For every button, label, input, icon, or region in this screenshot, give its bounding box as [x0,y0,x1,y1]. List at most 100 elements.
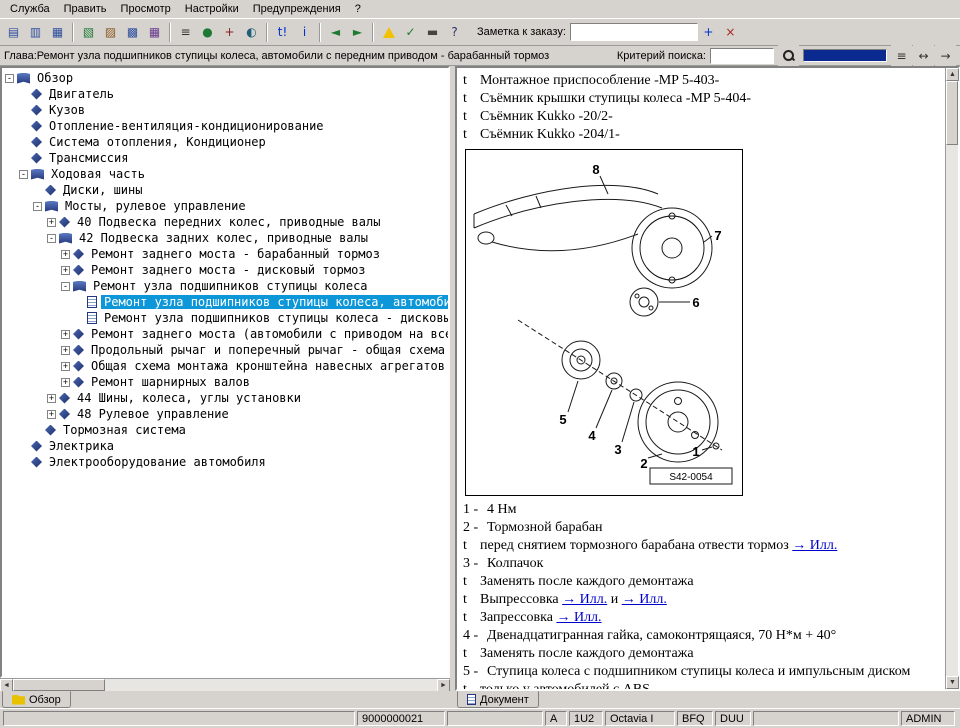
tree-item[interactable]: + Ремонт заднего моста - дисковый тормоз [2,262,448,278]
expand-icon[interactable]: + [61,249,70,259]
tree-item[interactable]: - Ремонт узла подшипников ступицы колеса [2,278,448,294]
hscroll-track[interactable] [105,679,437,691]
warning-icon[interactable] [378,21,399,43]
menu-service[interactable]: Служба [3,1,57,17]
collapse-icon[interactable]: - [61,281,70,291]
vscroll-track[interactable] [946,145,958,676]
collapse-icon[interactable]: - [19,169,28,179]
tree-item[interactable]: - 42 Подвеска задних колес, приводные вал… [2,230,448,246]
figure-callout: 8 [592,162,599,177]
expand-icon[interactable]: + [61,265,70,275]
tree-item[interactable]: + Ремонт заднего моста - барабанный тормо… [2,246,448,262]
menu-help[interactable]: ? [348,1,368,17]
tree-item[interactable]: Тормозная система [2,422,448,438]
calc-icon[interactable]: + [219,21,240,43]
open-book-icon [59,232,72,244]
doc-text: Колпачок [487,555,543,573]
toolbar-separator [72,22,74,42]
doc-list-icon[interactable]: ▩ [122,21,143,43]
page-width-icon[interactable]: ↔ [913,45,934,66]
doc-edit-icon[interactable]: ▧ [78,21,99,43]
help-icon[interactable]: ? [444,21,465,43]
menu-edit[interactable]: Править [57,1,114,17]
tree-item[interactable]: Диски, шины [2,182,448,198]
bullet-t: t [463,91,467,106]
tree-item[interactable]: Электрооборудование автомобиля [2,454,448,470]
tree-item[interactable]: Электрика [2,438,448,454]
info-icon[interactable]: i [294,21,315,43]
search-button[interactable] [778,45,799,66]
right-tab-row: Документ [455,691,960,708]
tree-item[interactable]: - Ходовая часть [2,166,448,182]
tree-item[interactable]: Отопление-вентиляция-кондиционирование [2,118,448,134]
illustration-link[interactable]: → Илл. [562,592,607,607]
note-clear-icon[interactable]: × [719,21,741,43]
hscroll-thumb[interactable] [13,679,105,691]
tree-item[interactable]: + Общая схема монтажа кронштейна навесных… [2,358,448,374]
illustration-link[interactable]: → Илл. [622,592,667,607]
note-add-icon[interactable]: + [697,21,719,43]
doc-copy-icon[interactable]: ▨ [100,21,121,43]
approve-icon[interactable]: ✓ [400,21,421,43]
tab-overview[interactable]: Обзор [2,691,71,708]
tree-item-label: Трансмиссия [49,151,129,165]
scroll-down-icon[interactable]: ▼ [946,676,959,689]
search-toolbar-icons: ≡ ↔ → [891,45,956,66]
tree-item[interactable]: Ремонт узла подшипников ступицы колеса, … [2,294,448,310]
expand-icon[interactable]: + [61,361,70,371]
illustration-link[interactable]: → Илл. [556,610,601,625]
tree-item-label: Общая схема монтажа кронштейна навесных … [91,359,446,373]
expand-icon[interactable]: + [47,409,56,419]
expand-icon[interactable]: + [61,329,70,339]
text-note-icon[interactable]: t! [272,21,293,43]
result-list-icon[interactable]: ≡ [891,45,912,66]
search-scope-indicator[interactable] [803,49,887,62]
nav-forward-icon[interactable]: ► [347,21,368,43]
tree-item[interactable]: Ремонт узла подшипников ступицы колеса -… [2,310,448,326]
menu-settings[interactable]: Настройки [178,1,246,17]
tree-item[interactable]: Система отопления, Кондиционер [2,134,448,150]
search-criterion-input[interactable] [710,47,774,64]
scroll-up-icon[interactable]: ▲ [946,68,959,81]
tree-item[interactable]: +40 Подвеска передних колес, приводные в… [2,214,448,230]
doc-line: t Заменять после каждого демонтажа [463,573,939,591]
order-save-icon[interactable]: ▦ [47,21,68,43]
catalog-icon[interactable]: ▦ [144,21,165,43]
nav-back-icon[interactable]: ◄ [325,21,346,43]
menu-view[interactable]: Просмотр [114,1,178,17]
tree-item[interactable]: +44 Шины, колеса, углы установки [2,390,448,406]
menu-warnings[interactable]: Предупреждения [246,1,348,17]
tree-item[interactable]: + Ремонт шарнирных валов [2,374,448,390]
order-new-icon[interactable]: ▤ [3,21,24,43]
history-icon[interactable]: ● [197,21,218,43]
order-note-input[interactable] [569,23,698,41]
tree-item[interactable]: Трансмиссия [2,150,448,166]
doc-line: t Съёмник Kukko -204/1- [463,126,939,144]
collapse-icon[interactable]: - [33,201,42,211]
doc-text-segment: 4 Нм [487,502,517,517]
tree-item[interactable]: + Ремонт заднего моста (автомобили с прив… [2,326,448,342]
tree-item[interactable]: Кузов [2,102,448,118]
tab-document[interactable]: Документ [457,691,539,708]
table-icon[interactable]: ≡ [175,21,196,43]
collapse-icon[interactable]: - [5,73,14,83]
next-doc-icon[interactable]: → [935,45,956,66]
collapse-icon[interactable]: - [47,233,56,243]
tree-item[interactable]: - Мосты, рулевое управление [2,198,448,214]
expand-icon[interactable]: + [47,393,56,403]
tree-item[interactable]: +48 Рулевое управление [2,406,448,422]
tree-item[interactable]: Двигатель [2,86,448,102]
illustration-link[interactable]: → Илл. [792,538,837,553]
globe-icon[interactable]: ◐ [241,21,262,43]
figure-callout: 6 [692,295,699,310]
vscroll-thumb[interactable] [946,81,958,145]
expand-icon[interactable]: + [47,217,56,227]
tree-item[interactable]: + Продольный рычаг и поперечный рычаг - о… [2,342,448,358]
bullet-t: t [463,574,467,589]
tree-item-label: Продольный рычаг и поперечный рычаг - об… [91,343,448,357]
tree-item[interactable]: - Обзор [2,70,448,86]
order-open-icon[interactable]: ▥ [25,21,46,43]
expand-icon[interactable]: + [61,377,70,387]
expand-icon[interactable]: + [61,345,70,355]
print-icon[interactable]: ▬ [422,21,443,43]
